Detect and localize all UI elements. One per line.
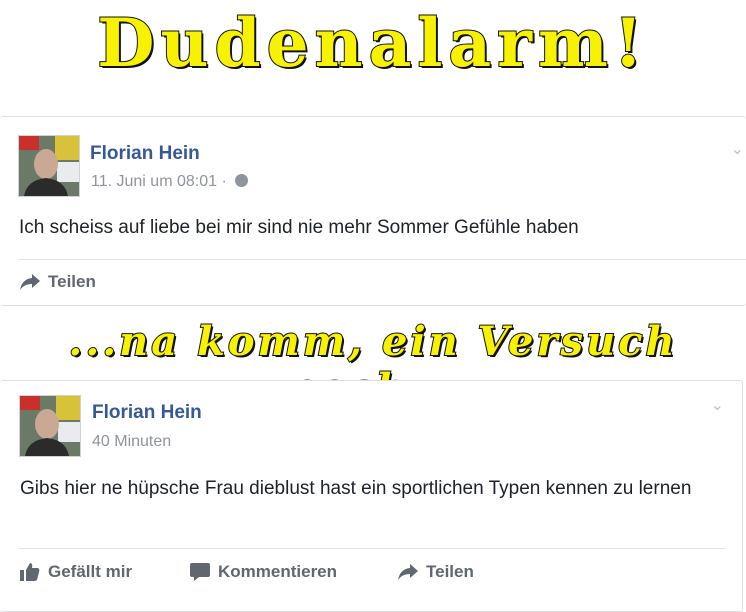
chevron-down-icon[interactable]: ⌄ [731, 139, 744, 159]
divider [18, 548, 726, 549]
author-name[interactable]: Florian Hein [90, 143, 200, 165]
share-label: Teilen [48, 272, 96, 291]
avatar[interactable] [18, 135, 80, 197]
post-text: Gibs hier ne hüpsche Frau dieblust hast … [20, 478, 692, 499]
comment-icon [190, 563, 210, 581]
chevron-down-icon[interactable]: ⌄ [711, 395, 724, 415]
share-button[interactable]: Teilen [20, 272, 96, 292]
share-label: Teilen [426, 562, 474, 581]
post-text: Ich scheiss auf liebe bei mir sind nie m… [19, 217, 579, 238]
share-arrow-icon [20, 274, 40, 290]
comment-label: Kommentieren [218, 562, 338, 581]
avatar-photo [20, 396, 80, 456]
avatar[interactable] [19, 395, 81, 457]
timestamp[interactable]: 40 Minuten [92, 433, 171, 451]
like-label: Gefällt mir [48, 562, 133, 581]
thumbs-up-icon [20, 563, 40, 581]
divider [18, 259, 746, 260]
meta-separator: · [221, 173, 227, 190]
post-card-1: Florian Hein 11. Juni um 08:01 · ⌄ Ich s… [0, 116, 746, 306]
share-button[interactable]: Teilen [398, 562, 474, 582]
timestamp[interactable]: 11. Juni um 08:01 [91, 173, 217, 190]
comment-button[interactable]: Kommentieren [190, 562, 337, 582]
banner-title: Dudenalarm! [96, 3, 649, 83]
share-arrow-icon [398, 564, 418, 580]
author-name[interactable]: Florian Hein [92, 402, 202, 424]
avatar-photo [19, 136, 79, 196]
post-meta: 11. Juni um 08:01 · [91, 173, 249, 191]
globe-icon [235, 174, 249, 187]
like-button[interactable]: Gefällt mir [20, 562, 132, 582]
post-card-2: Florian Hein 40 Minuten ⌄ Gibs hier ne h… [0, 380, 743, 612]
